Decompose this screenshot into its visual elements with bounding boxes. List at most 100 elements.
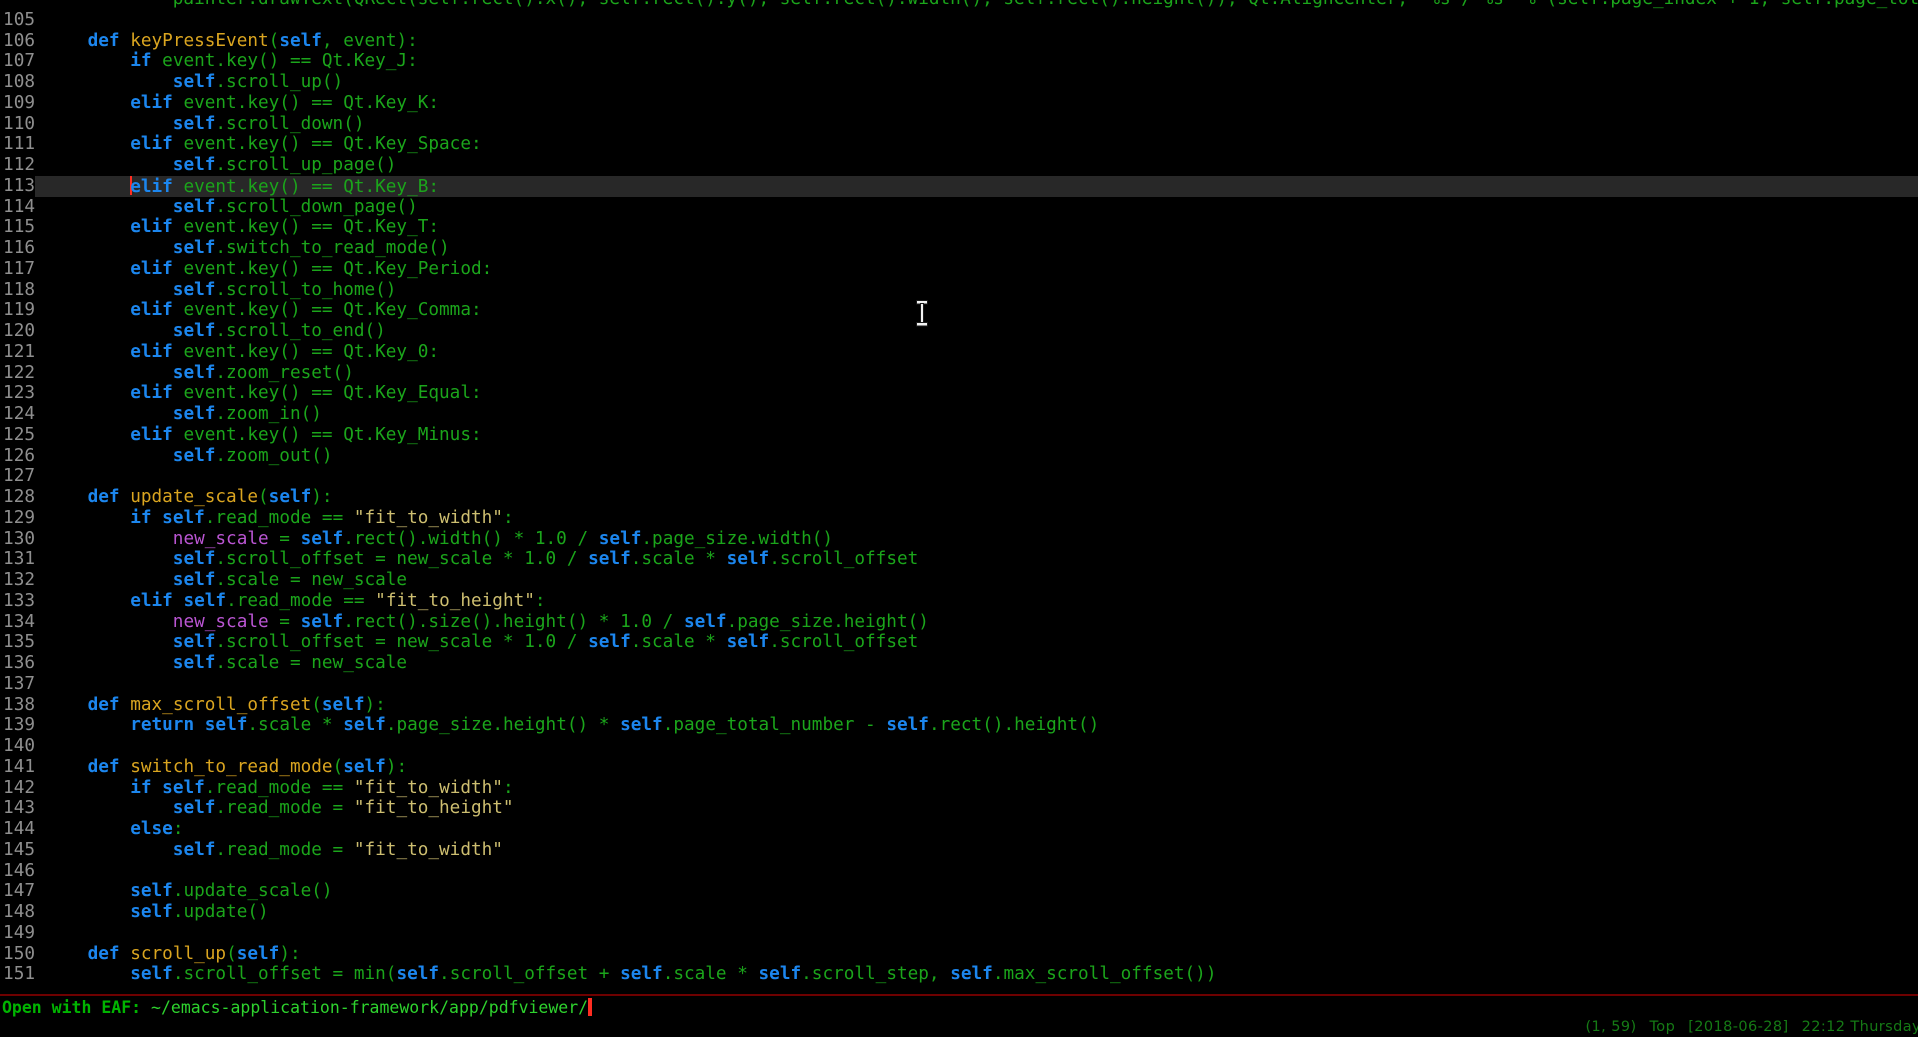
code-line-113[interactable]: 113 elif event.key() == Qt.Key_B: [0, 176, 1918, 197]
line-number: 131 [0, 549, 35, 570]
code-line-141[interactable]: 141 def switch_to_read_mode(self): [0, 757, 1918, 778]
code-line-134[interactable]: 134 new_scale = self.rect().size().heigh… [0, 612, 1918, 633]
code-line-110[interactable]: 110 self.scroll_down() [0, 114, 1918, 135]
code-line-105[interactable]: 105 [0, 10, 1918, 31]
code-line-122[interactable]: 122 self.zoom_reset() [0, 363, 1918, 384]
code-line-114[interactable]: 114 self.scroll_down_page() [0, 197, 1918, 218]
code-line-137[interactable]: 137 [0, 674, 1918, 695]
line-number: 141 [0, 757, 35, 778]
line-number: 113 [0, 176, 35, 197]
code-text: self.update() [35, 902, 1918, 923]
buffer-position-indicator: Top [1650, 1019, 1676, 1035]
code-text: self.zoom_reset() [35, 363, 1918, 384]
code-text: self.scroll_up() [35, 72, 1918, 93]
code-text: self.zoom_out() [35, 446, 1918, 467]
code-text [35, 10, 1918, 31]
code-line-109[interactable]: 109 elif event.key() == Qt.Key_K: [0, 93, 1918, 114]
code-line-148[interactable]: 148 self.update() [0, 902, 1918, 923]
code-line-125[interactable]: 125 elif event.key() == Qt.Key_Minus: [0, 425, 1918, 446]
code-line-146[interactable]: 146 [0, 861, 1918, 882]
code-line-139[interactable]: 139 return self.scale * self.page_size.h… [0, 715, 1918, 736]
code-text: self.scroll_offset = new_scale * 1.0 / s… [35, 632, 1918, 653]
code-line-128[interactable]: 128 def update_scale(self): [0, 487, 1918, 508]
code-text: if event.key() == Qt.Key_J: [35, 51, 1918, 72]
code-line-117[interactable]: 117 elif event.key() == Qt.Key_Period: [0, 259, 1918, 280]
code-line-clipped[interactable]: painter.drawText(QRect(self.rect().x(), … [0, 0, 1918, 10]
line-number: 127 [0, 466, 35, 487]
code-line-142[interactable]: 142 if self.read_mode == "fit_to_width": [0, 778, 1918, 799]
code-text [35, 923, 1918, 944]
code-line-144[interactable]: 144 else: [0, 819, 1918, 840]
code-line-143[interactable]: 143 self.read_mode = "fit_to_height" [0, 798, 1918, 819]
code-line-132[interactable]: 132 self.scale = new_scale [0, 570, 1918, 591]
code-line-133[interactable]: 133 elif self.read_mode == "fit_to_heigh… [0, 591, 1918, 612]
code-line-123[interactable]: 123 elif event.key() == Qt.Key_Equal: [0, 383, 1918, 404]
line-number: 150 [0, 944, 35, 965]
line-number: 149 [0, 923, 35, 944]
line-number: 112 [0, 155, 35, 176]
mouse-ibeam-pointer [915, 300, 929, 327]
mode-line-rule [0, 994, 1918, 996]
code-line-130[interactable]: 130 new_scale = self.rect().width() * 1.… [0, 529, 1918, 550]
line-number: 124 [0, 404, 35, 425]
line-number: 108 [0, 72, 35, 93]
code-line-147[interactable]: 147 self.update_scale() [0, 881, 1918, 902]
line-number: 107 [0, 51, 35, 72]
code-line-136[interactable]: 136 self.scale = new_scale [0, 653, 1918, 674]
code-text: self.read_mode = "fit_to_height" [35, 798, 1918, 819]
line-number: 140 [0, 736, 35, 757]
minibuffer[interactable]: Open with EAF: ~/emacs-application-frame… [2, 997, 592, 1018]
code-line-120[interactable]: 120 self.scroll_to_end() [0, 321, 1918, 342]
code-text: self.scroll_to_end() [35, 321, 1918, 342]
code-line-115[interactable]: 115 elif event.key() == Qt.Key_T: [0, 217, 1918, 238]
line-number: 148 [0, 902, 35, 923]
code-line-121[interactable]: 121 elif event.key() == Qt.Key_0: [0, 342, 1918, 363]
line-number: 133 [0, 591, 35, 612]
line-number: 117 [0, 259, 35, 280]
line-number: 143 [0, 798, 35, 819]
code-text: elif event.key() == Qt.Key_Period: [35, 259, 1918, 280]
code-line-126[interactable]: 126 self.zoom_out() [0, 446, 1918, 467]
python-code-buffer[interactable]: painter.drawText(QRect(self.rect().x(), … [0, 0, 1918, 985]
line-number: 142 [0, 778, 35, 799]
code-line-151[interactable]: 151 self.scroll_offset = min(self.scroll… [0, 964, 1918, 985]
code-line-106[interactable]: 106 def keyPressEvent(self, event): [0, 31, 1918, 52]
line-number: 138 [0, 695, 35, 716]
code-text: def switch_to_read_mode(self): [35, 757, 1918, 778]
date-indicator: [2018-06-28] [1688, 1019, 1788, 1035]
line-number: 121 [0, 342, 35, 363]
minibuffer-input[interactable]: ~/emacs-application-framework/app/pdfvie… [151, 998, 588, 1017]
code-line-116[interactable]: 116 self.switch_to_read_mode() [0, 238, 1918, 259]
code-text: self.scale = new_scale [35, 653, 1918, 674]
line-number: 126 [0, 446, 35, 467]
code-line-149[interactable]: 149 [0, 923, 1918, 944]
code-line-124[interactable]: 124 self.zoom_in() [0, 404, 1918, 425]
line-number: 118 [0, 280, 35, 301]
code-line-108[interactable]: 108 self.scroll_up() [0, 72, 1918, 93]
line-number: 137 [0, 674, 35, 695]
code-line-119[interactable]: 119 elif event.key() == Qt.Key_Comma: [0, 300, 1918, 321]
code-line-138[interactable]: 138 def max_scroll_offset(self): [0, 695, 1918, 716]
code-line-129[interactable]: 129 if self.read_mode == "fit_to_width": [0, 508, 1918, 529]
code-line-140[interactable]: 140 [0, 736, 1918, 757]
code-line-135[interactable]: 135 self.scroll_offset = new_scale * 1.0… [0, 632, 1918, 653]
line-number: 105 [0, 10, 35, 31]
line-number: 123 [0, 383, 35, 404]
code-line-131[interactable]: 131 self.scroll_offset = new_scale * 1.0… [0, 549, 1918, 570]
code-line-118[interactable]: 118 self.scroll_to_home() [0, 280, 1918, 301]
line-number: 110 [0, 114, 35, 135]
code-line-150[interactable]: 150 def scroll_up(self): [0, 944, 1918, 965]
line-number: 146 [0, 861, 35, 882]
code-text: self.update_scale() [35, 881, 1918, 902]
code-text: elif event.key() == Qt.Key_Space: [35, 134, 1918, 155]
code-text: self.read_mode = "fit_to_width" [35, 840, 1918, 861]
code-line-145[interactable]: 145 self.read_mode = "fit_to_width" [0, 840, 1918, 861]
code-text: return self.scale * self.page_size.heigh… [35, 715, 1918, 736]
code-line-127[interactable]: 127 [0, 466, 1918, 487]
code-line-112[interactable]: 112 self.scroll_up_page() [0, 155, 1918, 176]
code-line-111[interactable]: 111 elif event.key() == Qt.Key_Space: [0, 134, 1918, 155]
line-number: 128 [0, 487, 35, 508]
line-number: 122 [0, 363, 35, 384]
minibuffer-prompt: Open with EAF: [2, 998, 151, 1017]
code-line-107[interactable]: 107 if event.key() == Qt.Key_J: [0, 51, 1918, 72]
